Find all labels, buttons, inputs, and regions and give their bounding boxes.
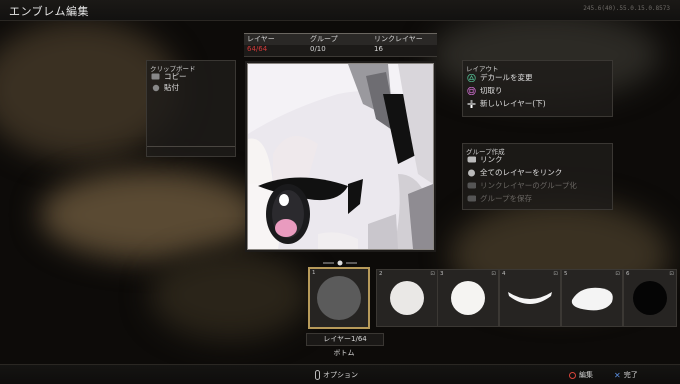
- circle-shape: [633, 281, 667, 315]
- paste-button[interactable]: 貼付: [151, 82, 179, 93]
- footer-bar: オプション 編集 ✕ 完了: [0, 364, 680, 384]
- link-all-label: 全てのレイヤーをリンク: [480, 168, 563, 177]
- layer-thumb[interactable]: 2 ⊡: [376, 269, 438, 327]
- layer-number: 2: [379, 271, 383, 277]
- touchpad-icon: [151, 73, 160, 81]
- layer-number: 3: [440, 271, 444, 277]
- link-button[interactable]: リンク: [467, 154, 503, 165]
- version-text: 245.6(40).55.0.15.0.8573: [583, 5, 670, 12]
- layout-panel: レイアウト デカールを変更 切取り 新しいレイヤー(下): [462, 60, 613, 117]
- change-decal-label: デカールを変更: [480, 73, 533, 82]
- layer-thumb[interactable]: 6 ⊡: [623, 269, 677, 327]
- divider: [147, 146, 235, 147]
- stat-header-group: グループ: [310, 35, 338, 43]
- circle-shape: [451, 281, 485, 315]
- group-linked-label: リンクレイヤーのグループ化: [480, 181, 577, 190]
- stick-icon: [151, 84, 160, 92]
- edit-button[interactable]: 編集: [569, 370, 593, 380]
- paste-label: 貼付: [164, 83, 179, 92]
- done-label: 完了: [623, 371, 638, 379]
- done-button[interactable]: ✕ 完了: [614, 370, 638, 380]
- l1-icon: [467, 156, 476, 164]
- copy-button[interactable]: コピー: [151, 71, 187, 82]
- group-linked-layers-button[interactable]: リンクレイヤーのグループ化: [467, 180, 577, 191]
- cross-button-icon: ✕: [614, 370, 621, 380]
- square-icon: [467, 86, 476, 95]
- save-group-button[interactable]: グループを保存: [467, 193, 532, 204]
- current-layer-label: レイヤー1/64: [306, 333, 384, 346]
- edit-label: 編集: [579, 371, 593, 379]
- stat-group-count: 0/10: [310, 45, 326, 53]
- arc-shape: [508, 292, 552, 304]
- cut-button[interactable]: 切取り: [467, 85, 503, 96]
- new-layer-below-button[interactable]: 新しいレイヤー(下): [467, 98, 546, 109]
- link-icon: ⊡: [669, 271, 674, 277]
- stats-header: レイヤー グループ リンクレイヤー: [244, 33, 437, 45]
- layer-thumb[interactable]: 1: [308, 267, 370, 329]
- stat-link-count: 16: [374, 45, 383, 53]
- save-group-label: グループを保存: [480, 194, 533, 203]
- layer-thumb[interactable]: 3 ⊡: [437, 269, 499, 327]
- group-panel: グループ作成 リンク 全てのレイヤーをリンク リンクレイヤーのグループ化 グルー…: [462, 143, 613, 210]
- dpad-down-icon: [467, 99, 476, 108]
- layer-thumb[interactable]: 5 ⊡: [561, 269, 623, 327]
- copy-label: コピー: [164, 72, 187, 81]
- stat-header-layer: レイヤー: [247, 35, 275, 43]
- layer-number: 4: [502, 271, 506, 277]
- l2-icon: [467, 182, 476, 190]
- circle-shape: [390, 281, 424, 315]
- options-label: オプション: [323, 371, 358, 379]
- circle-shape: [317, 276, 361, 320]
- title-bar: エンブレム編集 245.6(40).55.0.15.0.8573: [0, 0, 680, 21]
- cut-label: 切取り: [480, 86, 503, 95]
- link-icon: ⊡: [553, 271, 558, 277]
- triangle-icon: [467, 73, 476, 82]
- r3-icon: [467, 169, 476, 177]
- layer-pager: [323, 259, 363, 267]
- change-decal-button[interactable]: デカールを変更: [467, 72, 533, 83]
- stat-header-link: リンクレイヤー: [374, 35, 423, 43]
- layer-strip: 1 2 ⊡ 3 ⊡ 4 ⊡ 5 ⊡ 6 ⊡: [0, 267, 680, 329]
- window-title: エンブレム編集: [9, 5, 89, 18]
- layer-thumb[interactable]: 4 ⊡: [499, 269, 561, 327]
- layer-number: 6: [626, 271, 630, 277]
- link-icon: ⊡: [430, 271, 435, 277]
- r2-icon: [467, 195, 476, 203]
- layer-stats: レイヤー グループ リンクレイヤー 64/64 0/10 16: [244, 33, 437, 57]
- stat-layer-count: 64/64: [247, 45, 268, 53]
- clipboard-panel: クリップボード コピー 貼付: [146, 60, 236, 157]
- link-all-layers-button[interactable]: 全てのレイヤーをリンク: [467, 167, 562, 178]
- blob-shape: [571, 287, 613, 311]
- circle-button-icon: [569, 371, 576, 379]
- link-label: リンク: [480, 155, 503, 164]
- new-layer-label: 新しいレイヤー(下): [480, 99, 546, 108]
- emblem-artwork: [248, 64, 433, 249]
- bottom-label: ボトム: [333, 349, 355, 357]
- link-icon: ⊡: [615, 271, 620, 277]
- link-icon: ⊡: [491, 271, 496, 277]
- layer-number: 5: [564, 271, 568, 277]
- stats-values: 64/64 0/10 16: [244, 45, 437, 57]
- options-button[interactable]: オプション: [315, 370, 358, 380]
- emblem-canvas[interactable]: [247, 63, 434, 250]
- options-icon: [315, 370, 320, 380]
